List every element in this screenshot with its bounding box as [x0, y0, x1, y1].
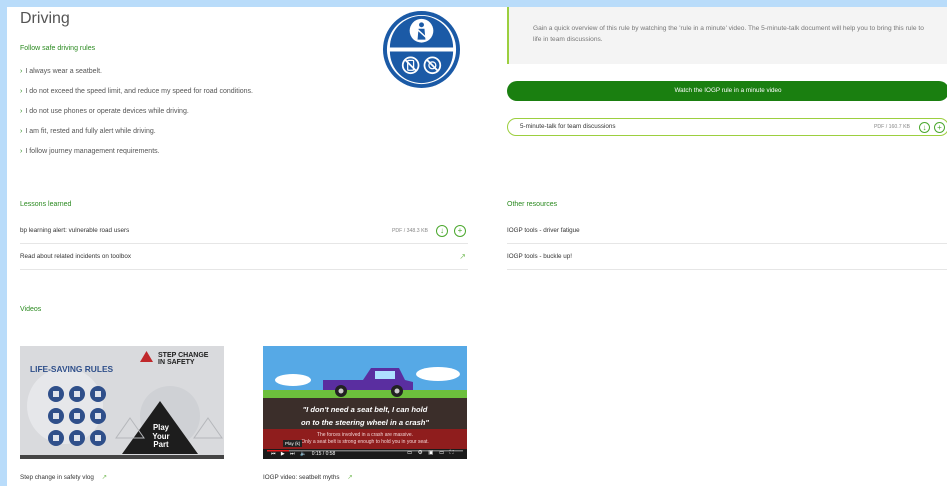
- play-icon[interactable]: ▶: [281, 451, 285, 457]
- lesson-label: Read about related incidents on toolbox: [20, 253, 131, 260]
- video-thumbnail-seatbelt-myths[interactable]: "I don't need a seat belt, I can hold on…: [263, 346, 467, 459]
- lessons-heading: Lessons learned: [20, 201, 72, 208]
- video-label[interactable]: IOGP video: seatbelt myths ↗: [263, 474, 353, 481]
- videos-heading: Videos: [20, 306, 42, 313]
- settings-icon[interactable]: ⚙: [418, 450, 423, 456]
- resource-label: IOGP tools - buckle up!: [507, 253, 572, 260]
- video-title: Step change in safety vlog: [20, 474, 94, 481]
- thumb-brand-line: IN SAFETY: [158, 359, 195, 366]
- caption-line: The forces involved in a crash are massi…: [316, 432, 414, 438]
- watch-video-button[interactable]: Watch the IOGP rule in a minute video: [507, 81, 947, 101]
- video-time: 0:15 / 0:58: [311, 451, 336, 457]
- video-label[interactable]: Step change in safety vlog ↗: [20, 474, 107, 481]
- intro-panel: Gain a quick overview of this rule by wa…: [507, 7, 947, 64]
- rule-item: › I always wear a seatbelt.: [20, 68, 102, 75]
- quote-line: on to the steering wheel in a crash": [300, 418, 430, 427]
- download-icon[interactable]: ↓: [436, 225, 448, 237]
- player-right-controls: ▭ ⚙ ▣ ▭ ⛶: [407, 450, 454, 457]
- bullet-icon: ›: [20, 108, 23, 115]
- lesson-file-meta: PDF / 348.3 KB: [391, 228, 428, 234]
- video-quote: "I don't need a seat belt, I can hold on…: [263, 403, 467, 429]
- external-link-icon: ↗: [459, 252, 466, 261]
- rule-item: › I am fit, rested and fully alert while …: [20, 128, 156, 135]
- play-word: Part: [153, 440, 169, 449]
- video-title: IOGP video: seatbelt myths: [263, 474, 340, 481]
- rule-item: › I do not exceed the speed limit, and re…: [20, 88, 253, 95]
- thumb-brand: STEP CHANGE IN SAFETY: [158, 352, 208, 366]
- other-resources-heading: Other resources: [507, 201, 558, 208]
- captions-icon[interactable]: ▭: [407, 450, 412, 456]
- previous-icon[interactable]: ⏮: [271, 451, 276, 457]
- rule-text: I follow journey management requirements…: [25, 148, 160, 155]
- rule-item: › I follow journey management requirement…: [20, 148, 160, 155]
- bullet-icon: ›: [20, 68, 23, 75]
- play-your-part-text: Play Your Part: [148, 423, 174, 450]
- add-icon[interactable]: +: [934, 122, 945, 133]
- bullet-icon: ›: [20, 148, 23, 155]
- miniplayer-icon[interactable]: ▣: [428, 450, 433, 456]
- bullet-icon: ›: [20, 88, 23, 95]
- lesson-row[interactable]: bp learning alert: vulnerable road users…: [20, 218, 468, 244]
- resource-row[interactable]: IOGP tools - buckle up!: [507, 244, 947, 270]
- volume-icon[interactable]: 🔈: [300, 451, 306, 457]
- play-tooltip: Play (k): [283, 440, 303, 447]
- rule-text: I always wear a seatbelt.: [25, 68, 102, 75]
- intro-text: Gain a quick overview of this rule by wa…: [533, 25, 924, 43]
- five-minute-talk-button[interactable]: 5-minute-talk for team discussions PDF /…: [507, 118, 947, 136]
- quote-line: "I don't need a seat belt, I can hold: [302, 405, 428, 414]
- talk-file-meta: PDF / 160.7 KB: [873, 124, 910, 130]
- thumb-brand-line: STEP CHANGE: [158, 352, 209, 359]
- page-title: Driving: [20, 10, 70, 27]
- external-link-icon: ↗: [101, 474, 107, 481]
- video-thumbnail-step-change[interactable]: LIFE-SAVING RULES STEP CHANGE IN SAFETY …: [20, 346, 224, 459]
- rules-subtitle: Follow safe driving rules: [20, 45, 96, 52]
- bullet-icon: ›: [20, 128, 23, 135]
- resource-row[interactable]: IOGP tools - driver fatigue: [507, 218, 947, 244]
- download-icon[interactable]: ↓: [919, 122, 930, 133]
- thumb-title: LIFE-SAVING RULES: [30, 364, 114, 374]
- player-controls: ⏮ ▶ ⏭ 🔈 0:15 / 0:58: [271, 451, 335, 457]
- external-link-icon: ↗: [347, 474, 353, 481]
- page: Driving Follow safe driving rules › I alw…: [7, 7, 947, 486]
- rule-text: I am fit, rested and fully alert while d…: [25, 128, 156, 135]
- talk-label: 5-minute-talk for team discussions: [520, 123, 616, 130]
- lesson-label: bp learning alert: vulnerable road users: [20, 227, 130, 234]
- rule-text: I do not use phones or operate devices w…: [25, 108, 189, 115]
- theater-icon[interactable]: ▭: [439, 450, 444, 456]
- resource-label: IOGP tools - driver fatigue: [507, 227, 580, 234]
- add-icon[interactable]: +: [454, 225, 466, 237]
- fullscreen-icon[interactable]: ⛶: [450, 450, 454, 456]
- next-icon[interactable]: ⏭: [290, 451, 295, 457]
- rule-item: › I do not use phones or operate devices …: [20, 108, 189, 115]
- lesson-row[interactable]: Read about related incidents on toolbox …: [20, 244, 468, 270]
- driving-rule-badge-icon: [382, 10, 461, 89]
- rule-text: I do not exceed the speed limit, and red…: [25, 88, 253, 95]
